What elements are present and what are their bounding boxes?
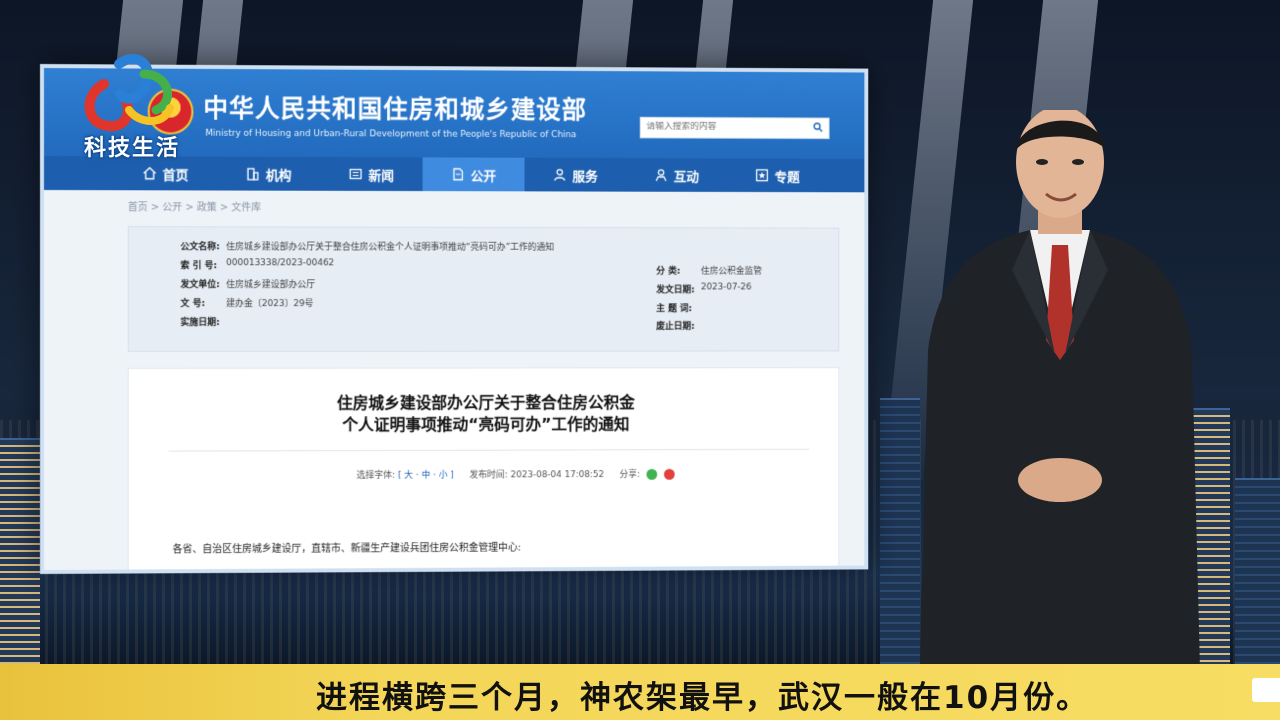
meta-doc-number: 文 号: 建办金〔2023〕29号	[180, 296, 313, 309]
meta-effective-date: 实施日期:	[180, 315, 226, 328]
breadcrumb: 首页 > 公开 > 政策 > 文件库	[128, 198, 261, 213]
nav-institutions[interactable]: 机构	[217, 157, 320, 191]
publish-time: 发布时间: 2023-08-04 17:08:52	[470, 467, 604, 480]
nav-topics[interactable]: 专题	[727, 158, 828, 192]
search-box[interactable]	[640, 117, 830, 139]
article-title: 住房城乡建设部办公厅关于整合住房公积金 个人证明事项推动“亮码可办”工作的通知	[129, 392, 839, 437]
document-metadata: 公文名称: 住房城乡建设部办公厅关于整合住房公积金个人证明事项推动“亮码可办”工…	[128, 226, 840, 352]
article-salutation: 各省、自治区住房城乡建设厅，直辖市、新疆生产建设兵团住房公积金管理中心:	[173, 539, 521, 556]
ministry-title: 中华人民共和国住房和城乡建设部	[203, 89, 587, 127]
nav-services[interactable]: 服务	[525, 158, 627, 192]
nav-interaction[interactable]: 互动	[626, 158, 727, 192]
nav-label: 专题	[775, 166, 800, 185]
nav-label: 首页	[163, 164, 189, 183]
nav-label: 机构	[266, 164, 292, 183]
subtitle-bar: 进程横跨三个月，神农架最早，武汉一般在10月份。	[0, 664, 1280, 720]
channel-corner-tag	[1252, 678, 1280, 702]
nav-label: 服务	[572, 165, 597, 184]
share-area: 分享:	[620, 467, 675, 480]
meta-subject: 主 题 词:	[656, 301, 701, 314]
wechat-icon[interactable]	[647, 469, 658, 480]
nav-label: 新闻	[368, 165, 394, 184]
star-icon	[755, 168, 769, 182]
font-size-selector: 选择字体: [ 大 · 中 · 小 ]	[357, 468, 454, 481]
ministry-subtitle: Ministry of Housing and Urban-Rural Deve…	[205, 129, 576, 140]
search-input[interactable]	[646, 122, 801, 133]
document-icon	[451, 167, 465, 181]
chat-icon	[654, 168, 668, 182]
breadcrumb-link[interactable]: 政策	[197, 202, 217, 213]
meta-category: 分 类: 住房公积金监管	[656, 264, 762, 277]
skyscraper	[1235, 478, 1280, 680]
search-icon[interactable]	[813, 122, 823, 132]
news-icon	[349, 167, 363, 181]
meta-expiry-date: 废止日期:	[656, 319, 701, 332]
article-body: 住房城乡建设部办公厅关于整合住房公积金 个人证明事项推动“亮码可办”工作的通知 …	[128, 367, 840, 574]
channel-name: 科技生活	[84, 130, 180, 162]
nav-news[interactable]: 新闻	[320, 157, 422, 191]
weibo-icon[interactable]	[664, 469, 675, 480]
breadcrumb-link[interactable]: 公开	[162, 202, 182, 213]
meta-issuer: 发文单位: 住房城乡建设部办公厅	[180, 277, 315, 290]
presenter-figure	[900, 110, 1220, 670]
skyscraper	[0, 438, 40, 680]
article-tools: 选择字体: [ 大 · 中 · 小 ] 发布时间: 2023-08-04 17:…	[357, 467, 675, 481]
nav-label: 公开	[471, 165, 496, 184]
meta-index: 索 引 号: 000013338/2023-00462	[180, 258, 334, 271]
building-icon	[246, 167, 260, 181]
subtitle-text: 进程横跨三个月，神农架最早，武汉一般在10月份。	[316, 672, 1089, 717]
home-icon	[143, 166, 157, 180]
meta-doc-name: 公文名称: 住房城乡建设部办公厅关于整合住房公积金个人证明事项推动“亮码可办”工…	[180, 239, 554, 253]
nav-label: 互动	[674, 166, 699, 185]
font-size-options[interactable]: [ 大 · 中 · 小 ]	[398, 471, 454, 481]
breadcrumb-current[interactable]: 文件库	[231, 202, 261, 213]
nav-public[interactable]: 公开	[423, 157, 525, 191]
meta-issue-date: 发文日期: 2023-07-26	[656, 282, 751, 295]
breadcrumb-link[interactable]: 首页	[128, 202, 148, 213]
person-icon	[553, 168, 567, 182]
divider	[169, 449, 810, 452]
